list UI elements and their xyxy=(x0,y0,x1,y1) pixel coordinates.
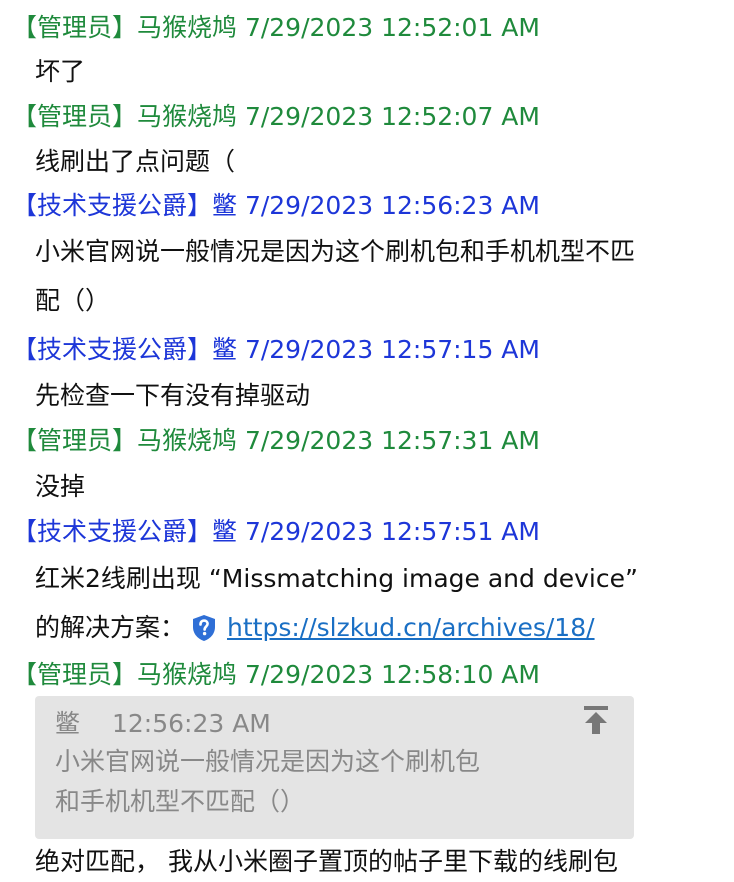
shield-question-icon xyxy=(189,613,219,643)
message-text: 先检查一下有没有掉驱动 xyxy=(35,381,311,410)
message-text: 小米官网说一般情况是因为这个刷机包和手机机型不匹 xyxy=(35,237,636,266)
message-header: 【技术支援公爵】鳖 7/29/2023 12:57:51 AM xyxy=(12,517,540,546)
message-text: 坏了 xyxy=(35,57,86,86)
message-link-row: 的解决方案： https://slzkud.cn/archives/18/ xyxy=(35,612,595,644)
message-text: 线刷出了点问题（ xyxy=(35,147,236,176)
quote-header: 鳖 12:56:23 AM xyxy=(55,708,271,740)
quoted-reply[interactable]: 鳖 12:56:23 AM 小米官网说一般情况是因为这个刷机包 和手机机型不匹配… xyxy=(35,696,634,839)
message-text: 红米2线刷出现 “Missmatching image and device” xyxy=(35,564,638,593)
message-header: 【技术支援公爵】鳖 7/29/2023 12:56:23 AM xyxy=(12,191,540,220)
message-header: 【管理员】马猴烧鸠 7/29/2023 12:57:31 AM xyxy=(12,426,540,455)
archive-link[interactable]: https://slzkud.cn/archives/18/ xyxy=(227,612,595,644)
quote-text: 和手机机型不匹配（） xyxy=(55,787,306,816)
quote-time: 12:56:23 AM xyxy=(111,709,271,738)
message-header: 【技术支援公爵】鳖 7/29/2023 12:57:15 AM xyxy=(12,335,540,364)
message-header: 【管理员】马猴烧鸠 7/29/2023 12:52:07 AM xyxy=(12,102,540,131)
message-header: 【管理员】马猴烧鸠 7/29/2023 12:52:01 AM xyxy=(12,13,540,42)
jump-to-top-icon[interactable] xyxy=(582,704,610,736)
link-prefix: 的解决方案： xyxy=(35,613,186,642)
message-text: 绝对匹配， 我从小米圈子置顶的帖子里下载的线刷包 xyxy=(35,847,618,876)
quote-author: 鳖 xyxy=(55,709,81,738)
message-text: 没掉 xyxy=(35,472,86,501)
message-header: 【管理员】马猴烧鸠 7/29/2023 12:58:10 AM xyxy=(12,660,540,689)
quote-text: 小米官网说一般情况是因为这个刷机包 xyxy=(55,747,481,776)
message-text: 配（） xyxy=(35,286,111,315)
